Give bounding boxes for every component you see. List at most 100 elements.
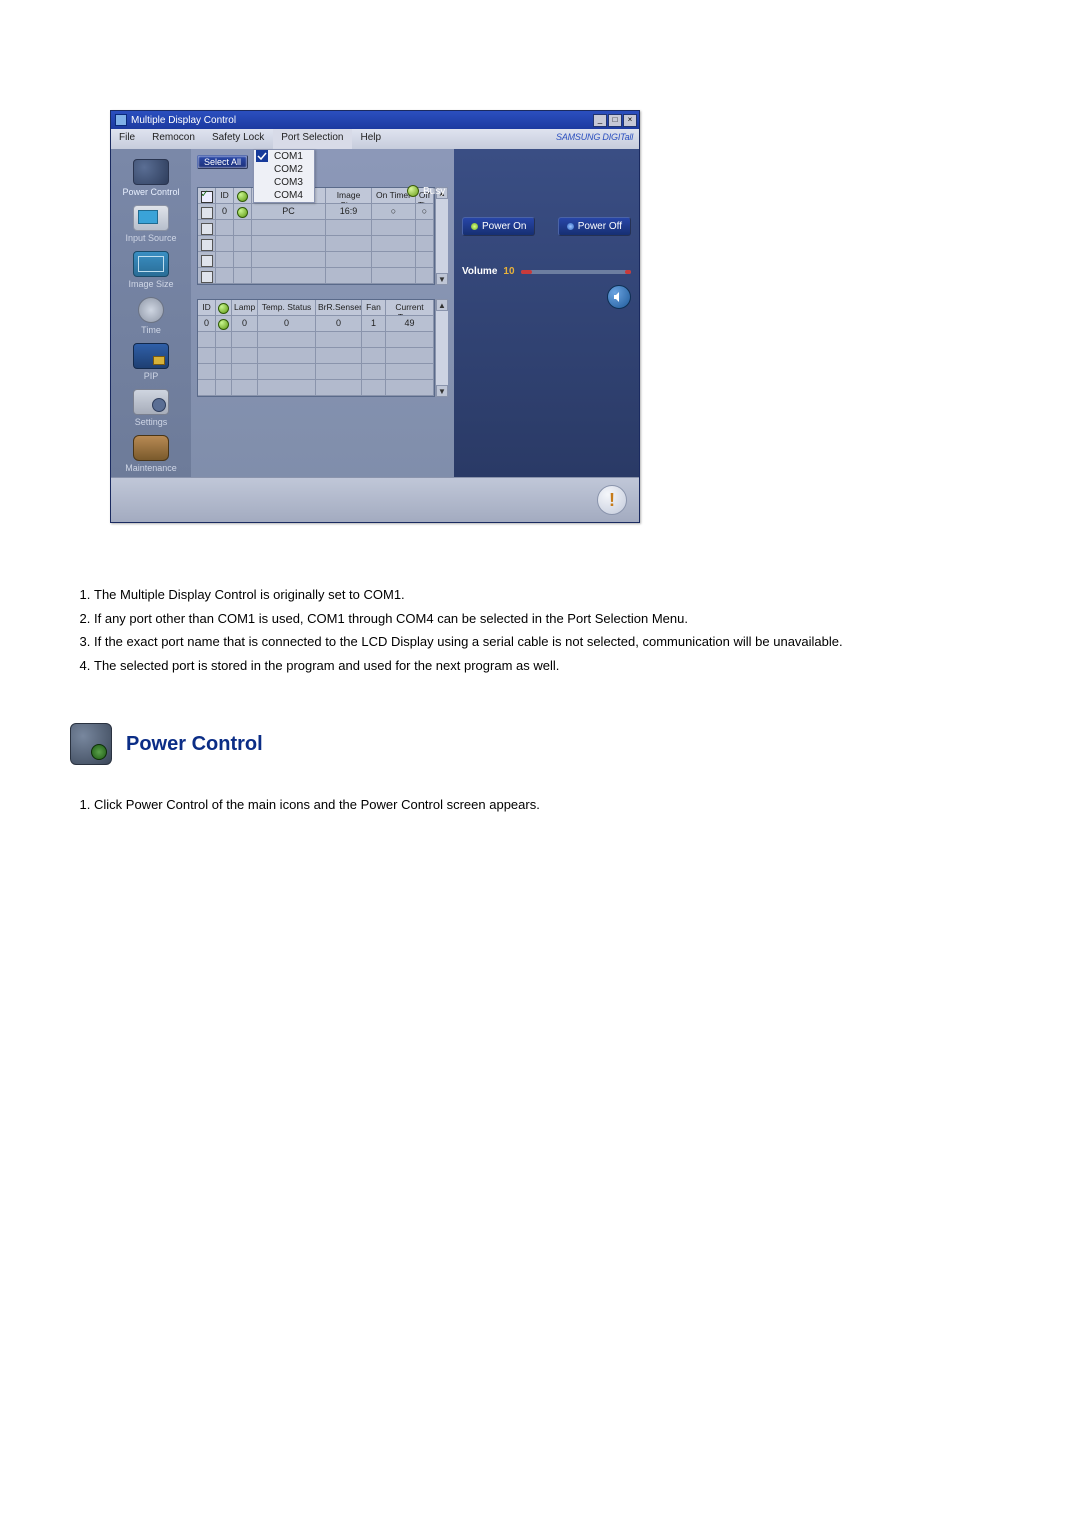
input-source-icon bbox=[133, 205, 169, 231]
port-option-com1[interactable]: COM1 bbox=[254, 150, 314, 163]
speaker-icon bbox=[613, 291, 625, 303]
port-label: COM1 bbox=[274, 151, 303, 162]
cell-input: PC bbox=[252, 204, 326, 220]
titlebar: Multiple Display Control _ □ × bbox=[111, 111, 639, 129]
cell-lamp: 0 bbox=[232, 316, 258, 332]
grid-row-empty bbox=[198, 268, 434, 284]
grid-row-empty bbox=[198, 348, 434, 364]
wrench-icon bbox=[133, 435, 169, 461]
sidebar-item-image-size[interactable]: Image Size bbox=[111, 249, 191, 293]
busy-label: Busy bbox=[423, 186, 445, 197]
section-notes: Click Power Control of the main icons an… bbox=[70, 793, 1010, 817]
grid-row-empty bbox=[198, 332, 434, 348]
maximize-button[interactable]: □ bbox=[608, 114, 622, 127]
col-lamp: Lamp bbox=[232, 300, 258, 316]
volume-slider[interactable] bbox=[521, 270, 631, 274]
power-icon bbox=[133, 159, 169, 185]
grid-row-empty bbox=[198, 236, 434, 252]
power-on-button[interactable]: Power On bbox=[462, 217, 535, 236]
cell-on-timer: ○ bbox=[372, 204, 416, 220]
row-checkbox[interactable] bbox=[201, 255, 213, 267]
col-br-senser: BrR.Senser bbox=[316, 300, 362, 316]
sidebar-item-label: Image Size bbox=[111, 279, 191, 289]
menu-file[interactable]: File bbox=[111, 129, 144, 149]
cell-br-senser: 0 bbox=[316, 316, 362, 332]
grid-row-empty bbox=[198, 252, 434, 268]
col-current-temp: Current Temp. bbox=[386, 300, 434, 316]
grid-row-empty bbox=[198, 364, 434, 380]
status-dot-icon bbox=[237, 191, 248, 202]
close-button[interactable]: × bbox=[623, 114, 637, 127]
window-buttons: _ □ × bbox=[593, 114, 637, 127]
volume-row: Volume 10 bbox=[462, 266, 631, 277]
row-checkbox[interactable] bbox=[201, 271, 213, 283]
sidebar-item-label: Settings bbox=[111, 417, 191, 427]
cell-fan: 1 bbox=[362, 316, 386, 332]
status-dot-icon bbox=[218, 303, 229, 314]
window-title: Multiple Display Control bbox=[131, 115, 236, 126]
right-panel: Power On Power Off Volume 10 bbox=[454, 149, 639, 477]
sidebar-item-input-source[interactable]: Input Source bbox=[111, 203, 191, 247]
cell-image-size: 16:9 bbox=[326, 204, 372, 220]
minimize-button[interactable]: _ bbox=[593, 114, 607, 127]
info-icon[interactable]: ! bbox=[597, 485, 627, 515]
statusbar: ! bbox=[111, 477, 639, 522]
sidebar-item-time[interactable]: Time bbox=[111, 295, 191, 339]
port-label: COM4 bbox=[274, 190, 303, 201]
menu-help[interactable]: Help bbox=[352, 129, 390, 149]
menu-safety-lock[interactable]: Safety Lock bbox=[204, 129, 273, 149]
grid-header-row: ID Input Image Size On Timer Off Timer bbox=[198, 188, 434, 204]
grid-row[interactable]: 0 PC 16:9 ○ ○ bbox=[198, 204, 434, 220]
pip-icon bbox=[133, 343, 169, 369]
port-option-com2[interactable]: COM2 bbox=[254, 163, 314, 176]
col-temp-status: Temp. Status bbox=[258, 300, 316, 316]
note-item: Click Power Control of the main icons an… bbox=[94, 793, 1010, 817]
power-off-button[interactable]: Power Off bbox=[558, 217, 631, 236]
grid-scrollbar[interactable]: ▲ ▼ bbox=[435, 187, 448, 285]
scroll-down-icon[interactable]: ▼ bbox=[436, 273, 448, 285]
grid-row[interactable]: 0 0 0 0 1 49 bbox=[198, 316, 434, 332]
led-icon bbox=[471, 223, 478, 230]
button-label: Power Off bbox=[578, 221, 622, 232]
select-all-button[interactable]: Select All bbox=[197, 155, 248, 169]
brand-label: SAMSUNG DIGITall bbox=[556, 129, 639, 149]
sidebar-item-label: PIP bbox=[111, 371, 191, 381]
sidebar-item-maintenance[interactable]: Maintenance bbox=[111, 433, 191, 477]
row-checkbox[interactable] bbox=[201, 223, 213, 235]
menu-port-selection[interactable]: Port Selection bbox=[273, 129, 352, 149]
sidebar-item-pip[interactable]: PIP bbox=[111, 341, 191, 385]
gear-icon bbox=[133, 389, 169, 415]
notes-list: The Multiple Display Control is original… bbox=[70, 583, 1010, 677]
scroll-up-icon[interactable]: ▲ bbox=[436, 299, 448, 311]
sidebar-item-settings[interactable]: Settings bbox=[111, 387, 191, 431]
sidebar-item-label: Maintenance bbox=[111, 463, 191, 473]
row-checkbox[interactable] bbox=[201, 239, 213, 251]
port-option-com3[interactable]: COM3 bbox=[254, 176, 314, 189]
button-label: Power On bbox=[482, 221, 526, 232]
cell-temp-status: 0 bbox=[258, 316, 316, 332]
row-checkbox[interactable] bbox=[201, 207, 213, 219]
grid-scrollbar[interactable]: ▲ ▼ bbox=[435, 299, 448, 397]
port-option-com4[interactable]: COM4 bbox=[254, 189, 314, 202]
note-item: The Multiple Display Control is original… bbox=[94, 583, 1010, 607]
busy-dot-icon bbox=[407, 185, 419, 197]
port-selection-dropdown: COM1 COM2 COM3 COM4 bbox=[253, 149, 315, 203]
app-window: Multiple Display Control _ □ × File Remo… bbox=[110, 110, 640, 523]
grid-row-empty bbox=[198, 380, 434, 396]
cell-id: 0 bbox=[198, 316, 216, 332]
col-image-size: Image Size bbox=[326, 188, 372, 204]
sidebar-item-power-control[interactable]: Power Control bbox=[111, 157, 191, 201]
status-grid: ID Lamp Temp. Status BrR.Senser Fan Curr… bbox=[197, 299, 435, 397]
checkbox-header[interactable] bbox=[201, 191, 213, 203]
note-item: If the exact port name that is connected… bbox=[94, 630, 1010, 654]
note-item: If any port other than COM1 is used, COM… bbox=[94, 607, 1010, 631]
status-dot-icon bbox=[237, 207, 248, 218]
menu-remocon[interactable]: Remocon bbox=[144, 129, 204, 149]
cell-off-timer: ○ bbox=[416, 204, 434, 220]
clock-icon bbox=[138, 297, 164, 323]
scroll-down-icon[interactable]: ▼ bbox=[436, 385, 448, 397]
port-label: COM3 bbox=[274, 177, 303, 188]
note-item: The selected port is stored in the progr… bbox=[94, 654, 1010, 678]
display-grid: ID Input Image Size On Timer Off Timer 0… bbox=[197, 187, 435, 285]
mute-button[interactable] bbox=[607, 285, 631, 309]
